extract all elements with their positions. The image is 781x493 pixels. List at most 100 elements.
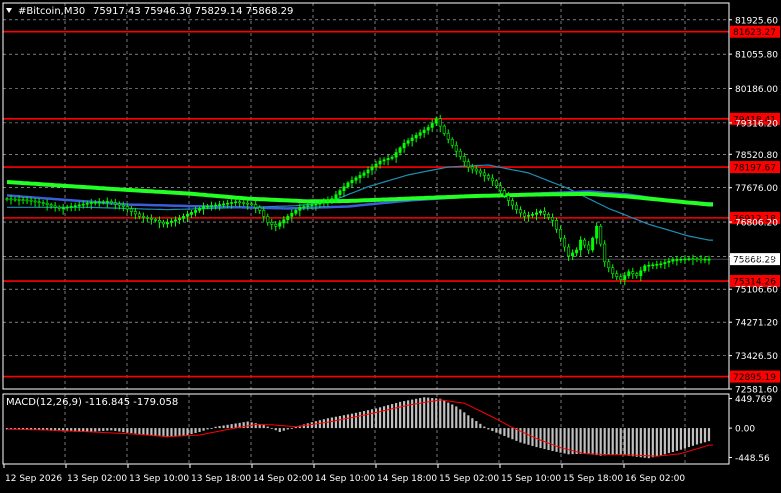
candle-body bbox=[294, 210, 298, 214]
candle-body bbox=[137, 213, 141, 217]
macd-histogram-bar bbox=[539, 428, 542, 449]
macd-histogram-bar bbox=[599, 428, 602, 456]
macd-histogram-bar bbox=[254, 423, 257, 429]
macd-histogram-bar bbox=[623, 428, 626, 456]
chart-window[interactable]: 81623.27 79418.41 78197.67 76912.18 75314.26… bbox=[0, 0, 781, 489]
candle-body bbox=[635, 273, 639, 276]
candle-body bbox=[165, 222, 169, 225]
candle-body bbox=[474, 168, 478, 172]
macd-histogram-bar bbox=[647, 428, 650, 459]
macd-histogram-bar bbox=[270, 428, 273, 429]
macd-histogram-bar bbox=[707, 428, 711, 442]
macd-histogram-bar bbox=[675, 428, 678, 451]
macd-histogram-bar bbox=[310, 422, 313, 429]
candle-body bbox=[177, 218, 181, 221]
candle-body bbox=[446, 133, 450, 140]
macd-histogram-bar bbox=[158, 428, 161, 437]
candle-body bbox=[129, 208, 133, 212]
macd-histogram-bar bbox=[611, 428, 614, 455]
macd-histogram-bar bbox=[655, 428, 658, 457]
candle-body bbox=[246, 202, 250, 205]
macd-histogram-bar bbox=[455, 406, 458, 429]
macd-histogram-bar bbox=[527, 428, 530, 445]
y-tick-label: 77676.00 bbox=[735, 184, 778, 194]
candle-body bbox=[69, 206, 73, 208]
macd-histogram-bar bbox=[386, 405, 390, 429]
candle-body bbox=[250, 203, 254, 206]
candle-body bbox=[278, 222, 282, 227]
macd-histogram-bar bbox=[603, 428, 606, 456]
macd-histogram-bar bbox=[198, 428, 201, 433]
macd-histogram-bar bbox=[575, 428, 578, 454]
candle-body bbox=[611, 267, 615, 274]
candle-body bbox=[599, 225, 603, 245]
price-level-label: 72895.19 bbox=[733, 373, 776, 383]
price-chart[interactable]: 81623.2779418.4178197.6776912.1875314.26… bbox=[0, 0, 781, 489]
macd-histogram-bar bbox=[290, 428, 293, 429]
candle-body bbox=[370, 166, 374, 171]
macd-histogram-bar bbox=[443, 400, 446, 429]
candle-body bbox=[382, 159, 386, 162]
macd-histogram-bar bbox=[166, 428, 169, 438]
candle-body bbox=[190, 212, 194, 215]
macd-histogram-bar bbox=[366, 410, 370, 429]
candle-body bbox=[386, 158, 390, 161]
candle-body bbox=[498, 185, 502, 191]
candle-body bbox=[530, 214, 534, 216]
candle-body bbox=[105, 201, 109, 203]
macd-histogram-bar bbox=[378, 407, 382, 429]
candle-body bbox=[210, 205, 214, 207]
y-tick-label: 72581.60 bbox=[735, 386, 778, 396]
candle-body bbox=[647, 264, 651, 267]
candle-body bbox=[691, 258, 695, 260]
candle-body bbox=[37, 201, 41, 204]
candle-body bbox=[157, 220, 161, 223]
macd-histogram-bar bbox=[190, 428, 193, 434]
macd-histogram-bar bbox=[499, 428, 502, 435]
macd-histogram-bar bbox=[511, 428, 514, 440]
macd-histogram-bar bbox=[459, 409, 462, 429]
candle-body bbox=[9, 198, 13, 201]
candle-body bbox=[567, 246, 571, 257]
candle-body bbox=[298, 206, 302, 211]
macd-histogram-bar bbox=[266, 426, 269, 429]
macd-histogram-bar bbox=[667, 428, 670, 454]
macd-histogram-bar bbox=[102, 428, 105, 431]
macd-histogram-bar bbox=[182, 428, 185, 436]
macd-histogram-bar bbox=[431, 397, 434, 429]
candle-body bbox=[667, 260, 671, 263]
candle-body bbox=[502, 190, 506, 196]
macd-histogram-bar bbox=[467, 415, 470, 429]
candle-body bbox=[639, 270, 643, 276]
candle-body bbox=[627, 271, 631, 276]
macd-histogram-bar bbox=[635, 428, 638, 457]
macd-histogram-bar bbox=[186, 428, 189, 435]
macd-histogram-bar bbox=[587, 428, 590, 455]
candle-body bbox=[41, 202, 45, 204]
macd-histogram-bar bbox=[583, 428, 586, 454]
candle-body bbox=[707, 258, 711, 261]
candle-body bbox=[274, 223, 278, 227]
candle-body bbox=[623, 275, 627, 280]
candle-body bbox=[643, 265, 647, 272]
candle-body bbox=[374, 163, 378, 168]
candle-body bbox=[358, 175, 362, 179]
candle-body bbox=[286, 216, 290, 220]
macd-histogram-bar bbox=[106, 428, 109, 431]
macd-histogram-bar bbox=[338, 415, 342, 429]
candle-body bbox=[121, 204, 125, 207]
candle-body bbox=[482, 172, 486, 176]
macd-histogram-bar bbox=[114, 428, 117, 431]
chart-header: #Bitcoin,M30 75917.43 75946.30 75829.14 … bbox=[6, 6, 293, 17]
candle-body bbox=[206, 205, 210, 208]
macd-histogram-bar bbox=[274, 428, 277, 431]
candle-body bbox=[73, 205, 77, 208]
macd-histogram-bar bbox=[695, 428, 699, 445]
macd-histogram-bar bbox=[202, 428, 205, 431]
x-tick-label: 14 Sep 02:00 bbox=[253, 474, 313, 484]
macd-histogram-bar bbox=[555, 428, 558, 452]
candle-body bbox=[430, 122, 434, 128]
candle-body bbox=[109, 201, 113, 203]
candle-body bbox=[390, 156, 394, 159]
candle-body bbox=[214, 204, 218, 207]
